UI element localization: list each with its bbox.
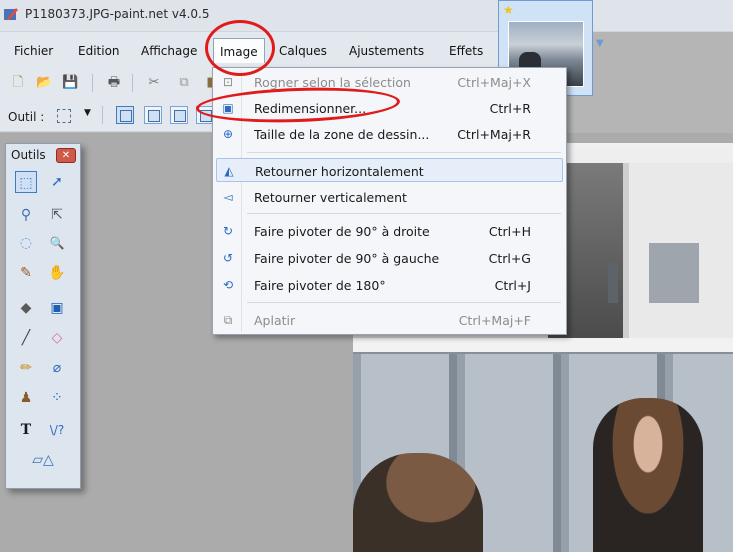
menu-item-label: Taille de la zone de dessin...	[254, 127, 430, 142]
menu-item-label: Retourner verticalement	[254, 190, 407, 205]
menu-item-shortcut: Ctrl+G	[488, 251, 531, 266]
tools-panel-title: Outils	[11, 148, 46, 162]
star-icon: ★	[503, 3, 514, 17]
color-picker-tool[interactable]: ⌀	[46, 357, 68, 379]
menu-item-label: Faire pivoter de 180°	[254, 278, 386, 293]
move-selection-tool[interactable]: ⇱	[46, 204, 68, 226]
rectangle-select-tool[interactable]: ⬚	[15, 171, 37, 193]
title-bar: P1180373.JPG-paint.net v4.0.5 ★ ▼	[0, 0, 733, 96]
menu-item-rotate-right[interactable]: ↻ Faire pivoter de 90° à droite Ctrl+H	[216, 219, 563, 243]
menu-fichier[interactable]: Fichier	[14, 44, 53, 58]
rotate-right-icon: ↻	[222, 224, 234, 238]
chevron-down-icon[interactable]: ▼	[84, 108, 91, 118]
menu-item-shortcut: Ctrl+J	[494, 278, 531, 293]
menu-edition[interactable]: Edition	[78, 44, 120, 58]
menu-item-shortcut: Ctrl+Maj+F	[458, 313, 531, 328]
pan-tool[interactable]: ✋	[46, 262, 68, 284]
menu-effets[interactable]: Effets	[449, 44, 483, 58]
toolbar-divider	[92, 74, 93, 92]
menu-item-canvas-size[interactable]: ⊕ Taille de la zone de dessin... Ctrl+Ma…	[216, 122, 563, 146]
menu-separator	[247, 152, 561, 153]
paintnet-app-icon	[4, 8, 18, 20]
window-title: P1180373.JPG-paint.net v4.0.5	[25, 7, 210, 21]
ellipse-select-tool[interactable]: ◌	[15, 232, 37, 254]
close-icon[interactable]: ✕	[56, 148, 76, 163]
clone-stamp-tool[interactable]: ♟	[15, 387, 37, 409]
main-toolbar: 🗋 📂 💾 🖶 ✂ ⧉ ▮	[0, 68, 220, 98]
save-icon[interactable]: 💾	[62, 75, 78, 91]
crop-icon: ⊡	[222, 75, 234, 89]
magic-wand-tool[interactable]: ✎	[15, 262, 37, 284]
open-icon[interactable]: 📂	[36, 75, 52, 91]
menu-separator	[247, 302, 561, 303]
photo-rail	[608, 263, 618, 303]
paintbrush-tool[interactable]: ╱	[15, 327, 37, 349]
line-curve-tool[interactable]: \/?	[46, 419, 68, 441]
menu-item-rotate-180[interactable]: ⟲ Faire pivoter de 180° Ctrl+J	[216, 273, 563, 297]
zoom-tool[interactable]: 🔍	[46, 232, 68, 254]
menu-item-flip-horizontal[interactable]: ◭ Retourner horizontalement	[216, 158, 563, 182]
flip-vertical-icon: ◅	[223, 190, 233, 204]
menu-item-label: Aplatir	[254, 313, 296, 328]
menu-item-shortcut: Ctrl+Maj+X	[457, 75, 531, 90]
menu-separator	[247, 213, 561, 214]
cut-icon[interactable]: ✂	[146, 75, 162, 91]
selection-mode-union-button[interactable]	[144, 106, 162, 124]
rotate-180-icon: ⟲	[222, 278, 234, 292]
canvas-size-icon: ⊕	[222, 127, 234, 141]
new-icon[interactable]: 🗋	[10, 75, 26, 91]
flip-horizontal-icon: ◭	[224, 164, 234, 178]
menu-affichage[interactable]: Affichage	[141, 44, 197, 58]
menu-item-rotate-left[interactable]: ↺ Faire pivoter de 90° à gauche Ctrl+G	[216, 246, 563, 270]
lasso-select-tool[interactable]: ⚲	[15, 204, 37, 226]
menu-ajustements[interactable]: Ajustements	[349, 44, 424, 58]
menu-item-shortcut: Ctrl+Maj+R	[457, 127, 531, 142]
rotate-left-icon: ↺	[222, 251, 234, 265]
photo-person	[353, 453, 483, 552]
photo-person	[593, 398, 703, 552]
selection-mode-replace-button[interactable]	[116, 106, 134, 124]
copy-icon[interactable]: ⧉	[176, 75, 192, 91]
annotation-circle-image-menu	[205, 20, 275, 76]
pencil-tool[interactable]: ✏	[15, 357, 37, 379]
menu-item-shortcut: Ctrl+R	[489, 101, 531, 116]
selection-mode-exclude-button[interactable]	[170, 106, 188, 124]
menu-item-label: Faire pivoter de 90° à droite	[254, 224, 430, 239]
toolbar-divider	[102, 106, 103, 124]
menu-item-flip-vertical[interactable]: ◅ Retourner verticalement	[216, 185, 563, 209]
menu-calques[interactable]: Calques	[279, 44, 327, 58]
menu-item-label: Retourner horizontalement	[255, 164, 424, 179]
photo-roof	[353, 338, 733, 354]
tools-panel-header[interactable]: Outils ✕	[6, 144, 80, 166]
menu-item-label: Faire pivoter de 90° à gauche	[254, 251, 440, 266]
text-tool[interactable]: T	[15, 419, 37, 441]
menu-item-shortcut: Ctrl+H	[488, 224, 531, 239]
paint-bucket-tool[interactable]: ◆	[15, 297, 37, 319]
outil-label: Outil :	[8, 110, 45, 124]
rectangle-select-icon[interactable]	[57, 109, 71, 123]
move-selected-pixels-tool[interactable]: ➚	[46, 171, 68, 193]
gradient-tool[interactable]: ▣	[46, 297, 68, 319]
recolor-tool[interactable]: ⁘	[46, 387, 68, 409]
menu-item-flatten[interactable]: ⧉ Aplatir Ctrl+Maj+F	[216, 308, 563, 332]
shapes-tool[interactable]: ▱△	[28, 449, 58, 471]
tools-panel: Outils ✕ ⬚ ➚ ⚲ ⇱ ◌ 🔍 ✎ ✋ ◆ ▣ ╱ ◇ ✏ ⌀ ♟ ⁘…	[5, 143, 81, 489]
chevron-down-icon[interactable]: ▼	[596, 38, 604, 49]
print-icon[interactable]: 🖶	[106, 75, 122, 91]
flatten-icon: ⧉	[223, 313, 233, 327]
toolbar-divider	[132, 74, 133, 92]
eraser-tool[interactable]: ◇	[46, 327, 68, 349]
